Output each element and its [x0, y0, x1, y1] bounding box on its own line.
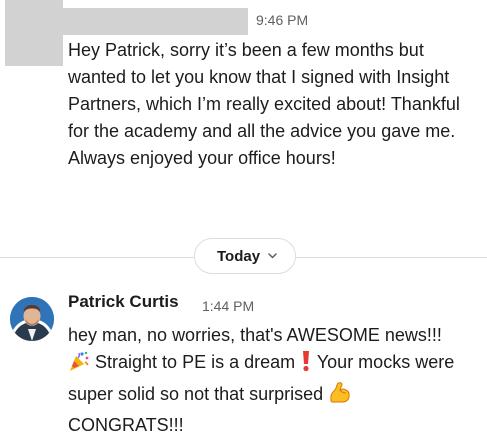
avatar[interactable] — [10, 297, 54, 341]
party-popper-icon — [68, 350, 90, 380]
message-timestamp[interactable]: 9:46 PM — [256, 12, 308, 28]
date-divider-button[interactable]: Today — [194, 238, 297, 274]
exclamation-icon — [300, 350, 312, 380]
chevron-down-icon — [268, 250, 277, 262]
sender-name[interactable]: Patrick Curtis — [68, 292, 179, 312]
message-timestamp[interactable]: 1:44 PM — [202, 298, 254, 314]
message-text: Hey Patrick, sorry it’s been a few month… — [68, 40, 460, 168]
date-divider-label: Today — [217, 247, 261, 265]
message-text: hey man, no worries, that's AWESOME news… — [68, 322, 486, 439]
redacted-sender-name — [63, 8, 248, 35]
message-text-part: hey man, no worries, that's AWESOME news… — [68, 325, 442, 345]
redacted-avatar — [5, 0, 63, 66]
message-text-part: Straight to PE is a dream — [95, 352, 296, 372]
flexed-biceps-icon — [328, 380, 352, 412]
message-text-part: CONGRATS!!! — [68, 415, 184, 435]
